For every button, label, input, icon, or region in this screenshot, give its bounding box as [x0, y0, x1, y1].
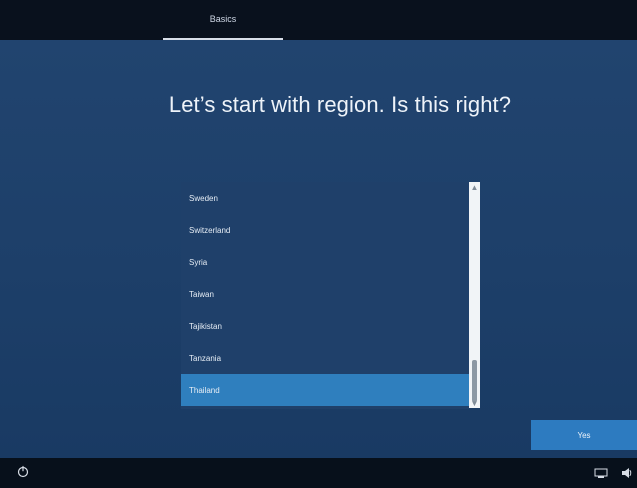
region-label: Switzerland	[189, 225, 231, 235]
region-list[interactable]: Sweden Switzerland Syria Taiwan Tajikist…	[181, 182, 470, 409]
region-list-scrollbar[interactable]: ▲ ▼	[469, 182, 480, 408]
list-item[interactable]: Switzerland	[181, 214, 469, 246]
region-label: Sweden	[189, 193, 218, 203]
accessibility-icon[interactable]	[16, 465, 30, 479]
list-item-selected[interactable]: Thailand	[181, 374, 469, 406]
region-label: Thailand	[189, 385, 220, 395]
yes-button-label: Yes	[577, 430, 591, 440]
chevron-up-icon[interactable]: ▲	[469, 182, 480, 192]
region-label: Tanzania	[189, 353, 222, 363]
oobe-screen: Basics Let’s start with region. Is this …	[0, 0, 637, 488]
top-bar: Basics	[0, 0, 637, 40]
page-title: Let’s start with region. Is this right?	[168, 92, 512, 117]
bottom-bar	[0, 458, 637, 488]
yes-button[interactable]: Yes	[531, 420, 637, 450]
region-label: Taiwan	[189, 289, 214, 299]
main-panel: Let’s start with region. Is this right? …	[0, 40, 637, 458]
region-label: Syria	[189, 257, 208, 267]
list-item[interactable]: Syria	[181, 246, 469, 278]
scrollbar-thumb[interactable]	[472, 360, 477, 402]
list-item[interactable]: Tanzania	[181, 342, 469, 374]
list-item[interactable]: Sweden	[181, 182, 469, 214]
volume-icon[interactable]	[621, 465, 633, 481]
list-item[interactable]: Tajikistan	[181, 310, 469, 342]
network-icon[interactable]	[594, 467, 608, 479]
tab-basics: Basics	[163, 0, 283, 40]
region-label: Tajikistan	[189, 321, 222, 331]
tab-label: Basics	[209, 14, 237, 24]
chevron-down-icon[interactable]: ▼	[469, 398, 480, 408]
list-item[interactable]: Taiwan	[181, 278, 469, 310]
